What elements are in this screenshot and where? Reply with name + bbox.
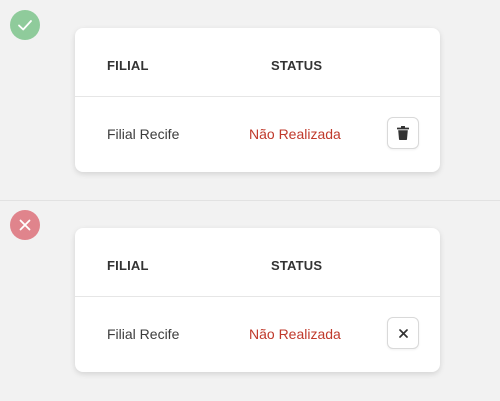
success-badge	[10, 10, 40, 40]
trash-icon	[397, 126, 409, 140]
check-icon	[18, 20, 32, 31]
branch-table-card: FILIAL STATUS Filial Recife Não Realizad…	[75, 228, 440, 372]
column-header-status: STATUS	[271, 58, 323, 73]
remove-button[interactable]	[387, 317, 419, 349]
cell-filial: Filial Recife	[107, 126, 180, 142]
delete-button[interactable]	[387, 117, 419, 149]
cell-filial: Filial Recife	[107, 326, 180, 342]
table-header: FILIAL STATUS	[75, 28, 440, 97]
error-section: FILIAL STATUS Filial Recife Não Realizad…	[0, 201, 500, 401]
cell-status: Não Realizada	[249, 126, 341, 142]
column-header-filial: FILIAL	[107, 58, 149, 73]
column-header-status: STATUS	[271, 258, 323, 273]
branch-table-card: FILIAL STATUS Filial Recife Não Realizad…	[75, 28, 440, 172]
table-header: FILIAL STATUS	[75, 228, 440, 297]
close-icon	[398, 328, 408, 338]
close-icon	[19, 219, 31, 231]
column-header-filial: FILIAL	[107, 258, 149, 273]
error-badge	[10, 210, 40, 240]
cell-status: Não Realizada	[249, 326, 341, 342]
success-section: FILIAL STATUS Filial Recife Não Realizad…	[0, 0, 500, 200]
